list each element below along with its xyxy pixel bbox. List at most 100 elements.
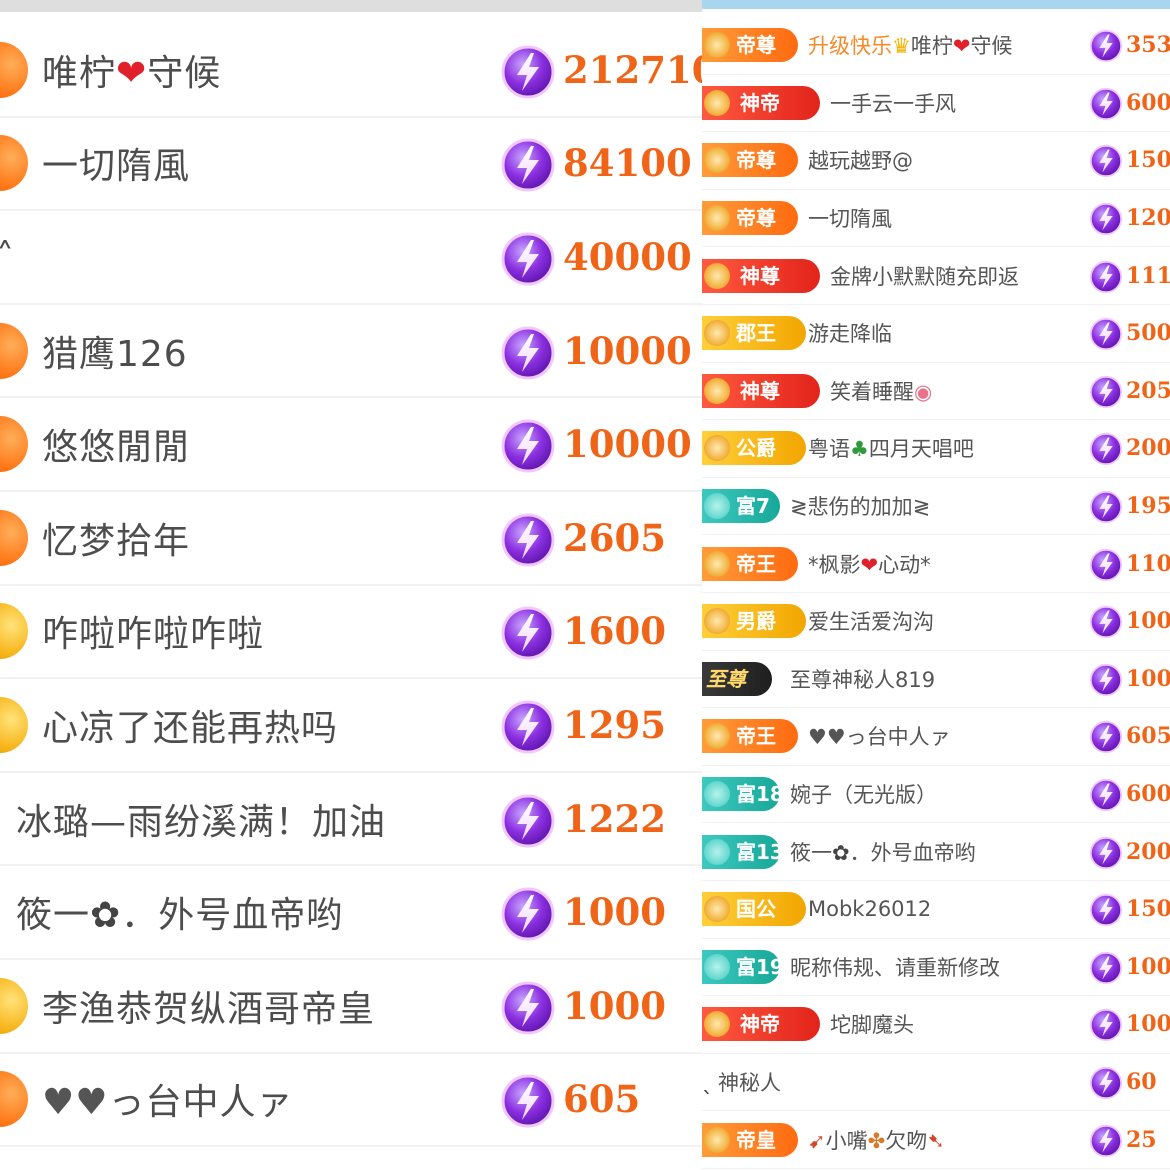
list-item[interactable]: 冰璐—雨纷溪满！加油 1222: [0, 773, 702, 867]
score-value: 600: [1126, 781, 1170, 808]
heart-icon: ♥♥: [808, 725, 846, 750]
rank-badge: 男爵: [702, 604, 806, 639]
score-value: 40000: [563, 234, 692, 279]
user-name: Mobk26012: [808, 897, 932, 922]
list-item[interactable]: 李渔恭贺纵酒哥帝皇 1000: [0, 960, 702, 1054]
score-value: 200: [1126, 838, 1170, 865]
left-ranking-list: 唯柠❤守候 212710 一切隋風 84100 ˄ 40000 猎鹰126 10…: [0, 24, 702, 1148]
avatar: [0, 322, 28, 379]
list-item[interactable]: 富7 ≷悲伤的加加≷ 195: [702, 478, 1170, 536]
clover-icon: ♣: [850, 437, 869, 462]
lightning-coin-icon: [1089, 29, 1123, 63]
list-item[interactable]: 富18 婉子（无光版） 600: [702, 766, 1170, 824]
list-item[interactable]: 帝王 *枫影❤心动* 110: [702, 535, 1170, 593]
list-item[interactable]: 男爵 爱生活爱沟沟 100: [702, 593, 1170, 651]
list-item[interactable]: 帝尊 一切隋風 120: [702, 190, 1170, 248]
user-name: 一切隋風: [42, 146, 191, 188]
user-name: ˄: [0, 236, 15, 278]
user-name: 越玩越野@: [808, 149, 913, 174]
lightning-coin-icon: [1089, 375, 1123, 409]
list-item[interactable]: ♥♥っ台中人ァ 605: [0, 1054, 702, 1148]
lightning-coin-icon: [500, 418, 556, 474]
lightning-coin-icon: [1089, 490, 1123, 524]
lightning-coin-icon: [500, 231, 556, 287]
list-item[interactable]: 咋啦咋啦咋啦 1600: [0, 586, 702, 680]
user-name: ➹小嘴✤欠吻➷: [808, 1128, 945, 1153]
rank-badge: 神帝: [702, 1007, 820, 1042]
list-item[interactable]: 唯柠❤守候 212710: [0, 24, 702, 118]
list-item[interactable]: 一切隋風 84100: [0, 118, 702, 212]
lightning-coin-icon: [1089, 144, 1123, 178]
list-item[interactable]: 悠悠閒閒 10000: [0, 398, 702, 492]
list-item[interactable]: 公爵 粤语♣四月天唱吧 200: [702, 420, 1170, 478]
right-ranking-panel: 帝尊 升级快乐♛唯柠❤守候 353 神帝 一手云一手风 600 帝尊 越玩越野@…: [702, 0, 1170, 1170]
score-value: 1295: [563, 702, 666, 747]
carrot-icon: ➹: [808, 1128, 826, 1153]
lightning-coin-icon: [1089, 260, 1123, 294]
score-value: 600: [1126, 89, 1170, 116]
user-name: 坨脚魔头: [830, 1013, 914, 1038]
avatar: [0, 41, 28, 98]
lightning-coin-icon: [1089, 87, 1123, 121]
list-item[interactable]: 帝皇 ➹小嘴✤欠吻➷ 25: [702, 1111, 1170, 1169]
list-item[interactable]: 富13 筱一✿．外号血帝哟 200: [702, 823, 1170, 881]
list-item[interactable]: 神尊 金牌小默默随充即返 1111: [702, 247, 1170, 305]
lightning-coin-icon: [500, 325, 556, 381]
rank-badge: 国公: [702, 892, 806, 927]
list-item[interactable]: 猎鹰126 10000: [0, 305, 702, 399]
right-ranking-list: 帝尊 升级快乐♛唯柠❤守候 353 神帝 一手云一手风 600 帝尊 越玩越野@…: [702, 17, 1170, 1169]
score-value: 150: [1126, 147, 1170, 174]
heart-icon: ❤: [952, 34, 971, 59]
list-item[interactable]: 神尊 笑着睡醒◉ 205: [702, 363, 1170, 421]
score-value: 205: [1126, 377, 1170, 404]
lightning-coin-icon: [500, 793, 556, 849]
score-value: 353: [1126, 32, 1170, 59]
list-item[interactable]: 郡王 游走降临 500: [702, 305, 1170, 363]
score-value: 1111: [1126, 262, 1170, 289]
list-item[interactable]: 帝王 ♥♥っ台中人ァ 605: [702, 708, 1170, 766]
score-value: 100: [1126, 1011, 1170, 1038]
score-value: 200: [1126, 435, 1170, 462]
list-item[interactable]: 忆梦拾年 2605: [0, 492, 702, 586]
lightning-coin-icon: [1089, 951, 1123, 985]
list-item[interactable]: 至尊 至尊神秘人819 100: [702, 651, 1170, 709]
list-item[interactable]: 心凉了还能再热吗 1295: [0, 679, 702, 773]
list-item[interactable]: 帝尊 升级快乐♛唯柠❤守候 353: [702, 17, 1170, 75]
user-name: 粤语♣四月天唱吧: [808, 437, 974, 462]
list-item[interactable]: 富19 昵称伟规、请重新修改 100: [702, 939, 1170, 997]
list-item[interactable]: 帝尊 越玩越野@ 150: [702, 132, 1170, 190]
user-name: ♥♥っ台中人ァ: [808, 725, 951, 750]
avatar: [0, 696, 28, 753]
mystery-marker-icon: ˎ: [702, 1069, 713, 1095]
user-name: 一手云一手风: [830, 91, 956, 116]
list-item[interactable]: 国公 Mobk26012 150: [702, 881, 1170, 939]
list-item[interactable]: 神帝 坨脚魔头 100: [702, 996, 1170, 1054]
list-item[interactable]: 神帝 一手云一手风 600: [702, 75, 1170, 133]
crown-icon: ♛: [892, 34, 911, 59]
left-top-bar: [0, 0, 702, 12]
user-name: 一切隋風: [808, 207, 892, 232]
lightning-coin-icon: [1089, 836, 1123, 870]
list-item[interactable]: ˄ 40000: [0, 211, 702, 305]
score-value: 1600: [563, 609, 666, 654]
heart-icon: ❤: [116, 52, 148, 94]
score-value: 10000: [563, 328, 692, 373]
rank-badge: 帝尊: [702, 201, 798, 236]
list-item[interactable]: 筱一✿．外号血帝哟 1000: [0, 866, 702, 960]
user-name: 唯柠❤守候: [42, 52, 222, 94]
score-value: 1000: [563, 890, 666, 935]
score-value: 10000: [563, 422, 692, 467]
rank-badge: 公爵: [702, 431, 806, 466]
user-name: 游走降临: [808, 322, 892, 347]
lightning-coin-icon: [500, 44, 556, 100]
lightning-coin-icon: [1089, 893, 1123, 927]
lightning-coin-icon: [1089, 663, 1123, 697]
score-value: 2605: [563, 515, 666, 560]
right-top-bar: [702, 0, 1170, 9]
avatar: [0, 509, 28, 566]
user-name: 金牌小默默随充即返: [830, 264, 1019, 289]
flower-icon: ✿: [90, 895, 122, 937]
avatar: [0, 977, 28, 1034]
lightning-coin-icon: [500, 886, 556, 942]
list-item[interactable]: ˎ 神秘人 60: [702, 1054, 1170, 1112]
